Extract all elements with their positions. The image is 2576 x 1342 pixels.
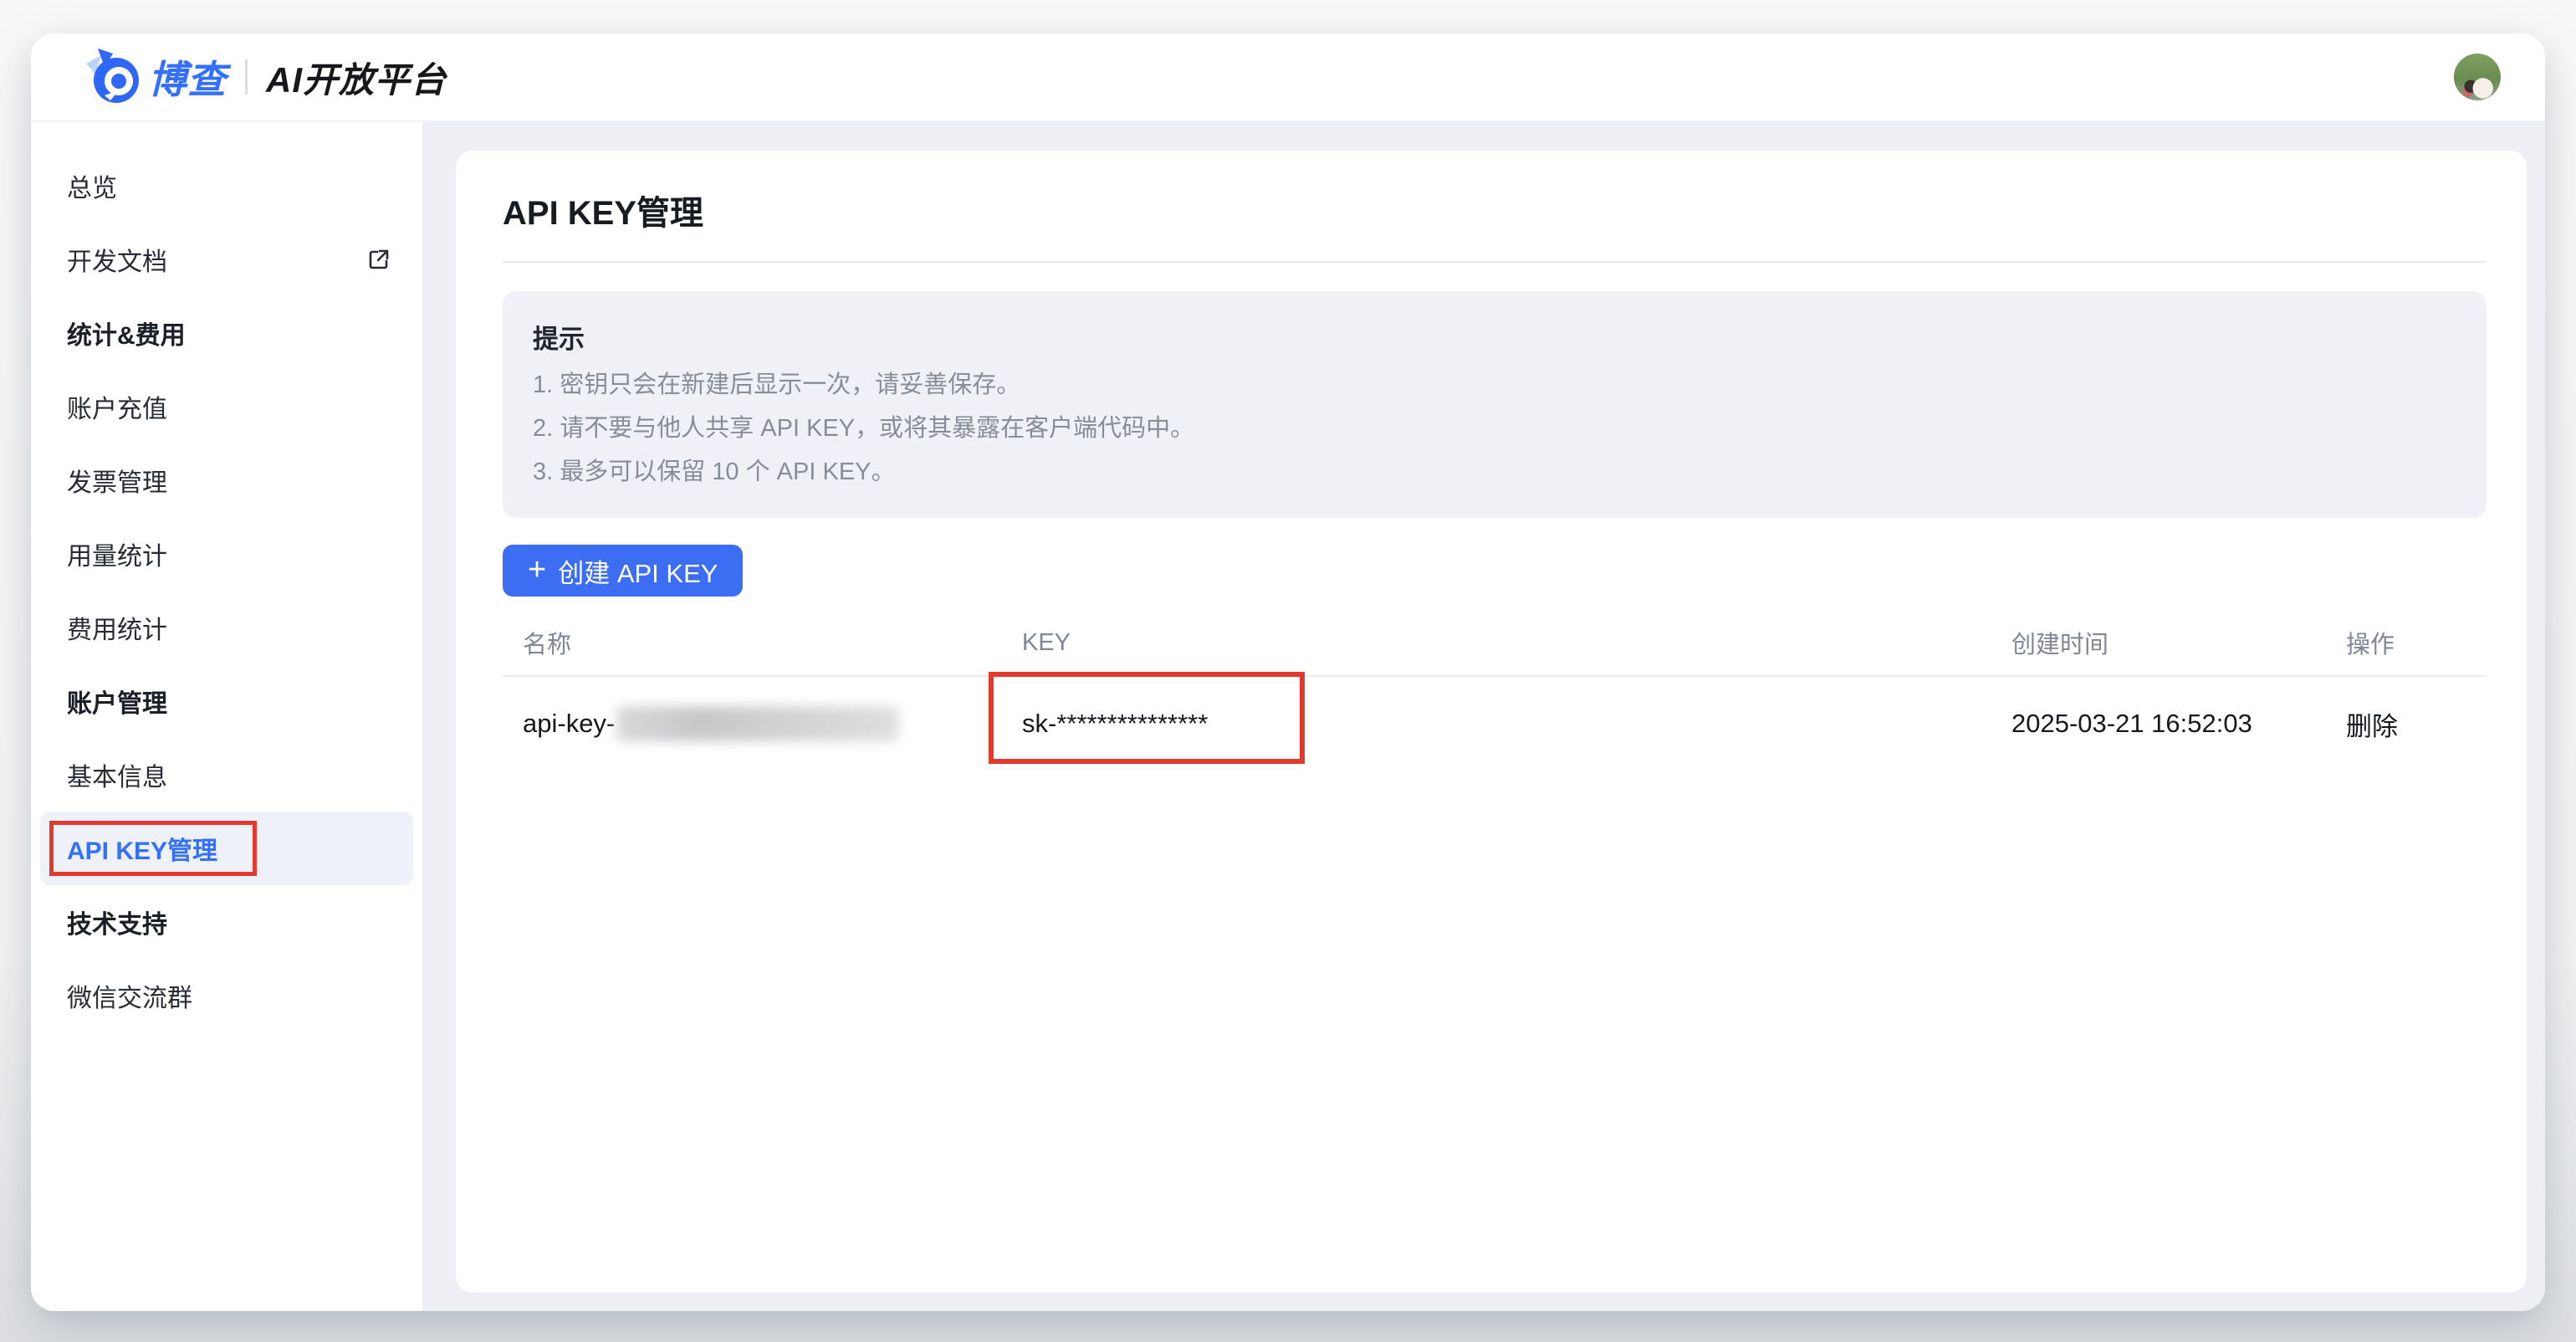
- api-key-masked-value: sk-***************: [1002, 709, 1991, 739]
- top-header: 博查 AI开放平台: [31, 33, 2545, 122]
- redacted-name-blur: [616, 706, 899, 741]
- sidebar-section-tech-support: 技术支持: [40, 885, 413, 959]
- create-api-key-label: 创建 API KEY: [558, 552, 718, 590]
- delete-api-key-link[interactable]: 删除: [2326, 705, 2487, 743]
- tips-line-1: 1. 密钥只会在新建后显示一次，请妥善保存。: [533, 371, 2456, 399]
- sidebar-section-account-management: 账户管理: [40, 664, 413, 738]
- api-key-name-cell: api-key-: [503, 706, 1002, 741]
- page-title: API KEY管理: [503, 186, 2487, 234]
- api-key-name-prefix: api-key-: [523, 709, 615, 739]
- plus-icon: +: [528, 554, 546, 586]
- tips-line-2: 2. 请不要与他人共享 API KEY，或将其暴露在客户端代码中。: [533, 414, 2456, 443]
- create-api-key-button[interactable]: + 创建 API KEY: [503, 545, 743, 597]
- brand-name: 博查: [148, 49, 227, 105]
- sidebar-item-api-key-management[interactable]: API KEY管理: [40, 812, 413, 885]
- sidebar-item-wechat-group[interactable]: 微信交流群: [40, 959, 413, 1032]
- product-name: AI开放平台: [266, 52, 447, 103]
- sidebar-item-invoice-management[interactable]: 发票管理: [40, 443, 413, 517]
- bocha-logo-icon: [84, 44, 140, 110]
- column-header-name: 名称: [503, 625, 1002, 660]
- tips-line-3: 3. 最多可以保留 10 个 API KEY。: [533, 458, 2456, 486]
- column-header-key: KEY: [1002, 629, 1991, 657]
- sidebar-item-dev-docs[interactable]: 开发文档: [40, 223, 413, 296]
- app-window: 博查 AI开放平台 总览 开发文档 统计&费用: [31, 33, 2545, 1311]
- api-key-panel: API KEY管理 提示 1. 密钥只会在新建后显示一次，请妥善保存。 2. 请…: [456, 151, 2527, 1293]
- table-row: api-key- sk-*************** 2025-03-21 1…: [503, 675, 2487, 771]
- logo-divider: [245, 59, 248, 95]
- column-header-created: 创建时间: [1991, 625, 2326, 660]
- user-avatar[interactable]: [2454, 54, 2501, 100]
- sidebar-item-basic-info[interactable]: 基本信息: [40, 738, 413, 812]
- api-key-table: 名称 KEY 创建时间 操作 api-key- sk-*************…: [503, 610, 2487, 771]
- sidebar: 总览 开发文档 统计&费用 账户充值 发票管理: [31, 122, 422, 1311]
- sidebar-section-stats-billing: 统计&费用: [40, 296, 413, 370]
- tips-title: 提示: [533, 318, 2456, 356]
- title-divider: [503, 261, 2487, 263]
- sidebar-item-usage-stats[interactable]: 用量统计: [40, 517, 413, 591]
- api-key-created-time: 2025-03-21 16:52:03: [1991, 709, 2326, 739]
- table-header-row: 名称 KEY 创建时间 操作: [503, 610, 2487, 675]
- external-link-icon: [367, 248, 391, 271]
- sidebar-item-cost-stats[interactable]: 费用统计: [40, 591, 413, 664]
- column-header-action: 操作: [2326, 625, 2487, 660]
- tips-box: 提示 1. 密钥只会在新建后显示一次，请妥善保存。 2. 请不要与他人共享 AP…: [503, 291, 2487, 518]
- sidebar-item-overview[interactable]: 总览: [40, 149, 413, 223]
- content-area: API KEY管理 提示 1. 密钥只会在新建后显示一次，请妥善保存。 2. 请…: [422, 122, 2545, 1311]
- sidebar-item-account-recharge[interactable]: 账户充值: [40, 370, 413, 443]
